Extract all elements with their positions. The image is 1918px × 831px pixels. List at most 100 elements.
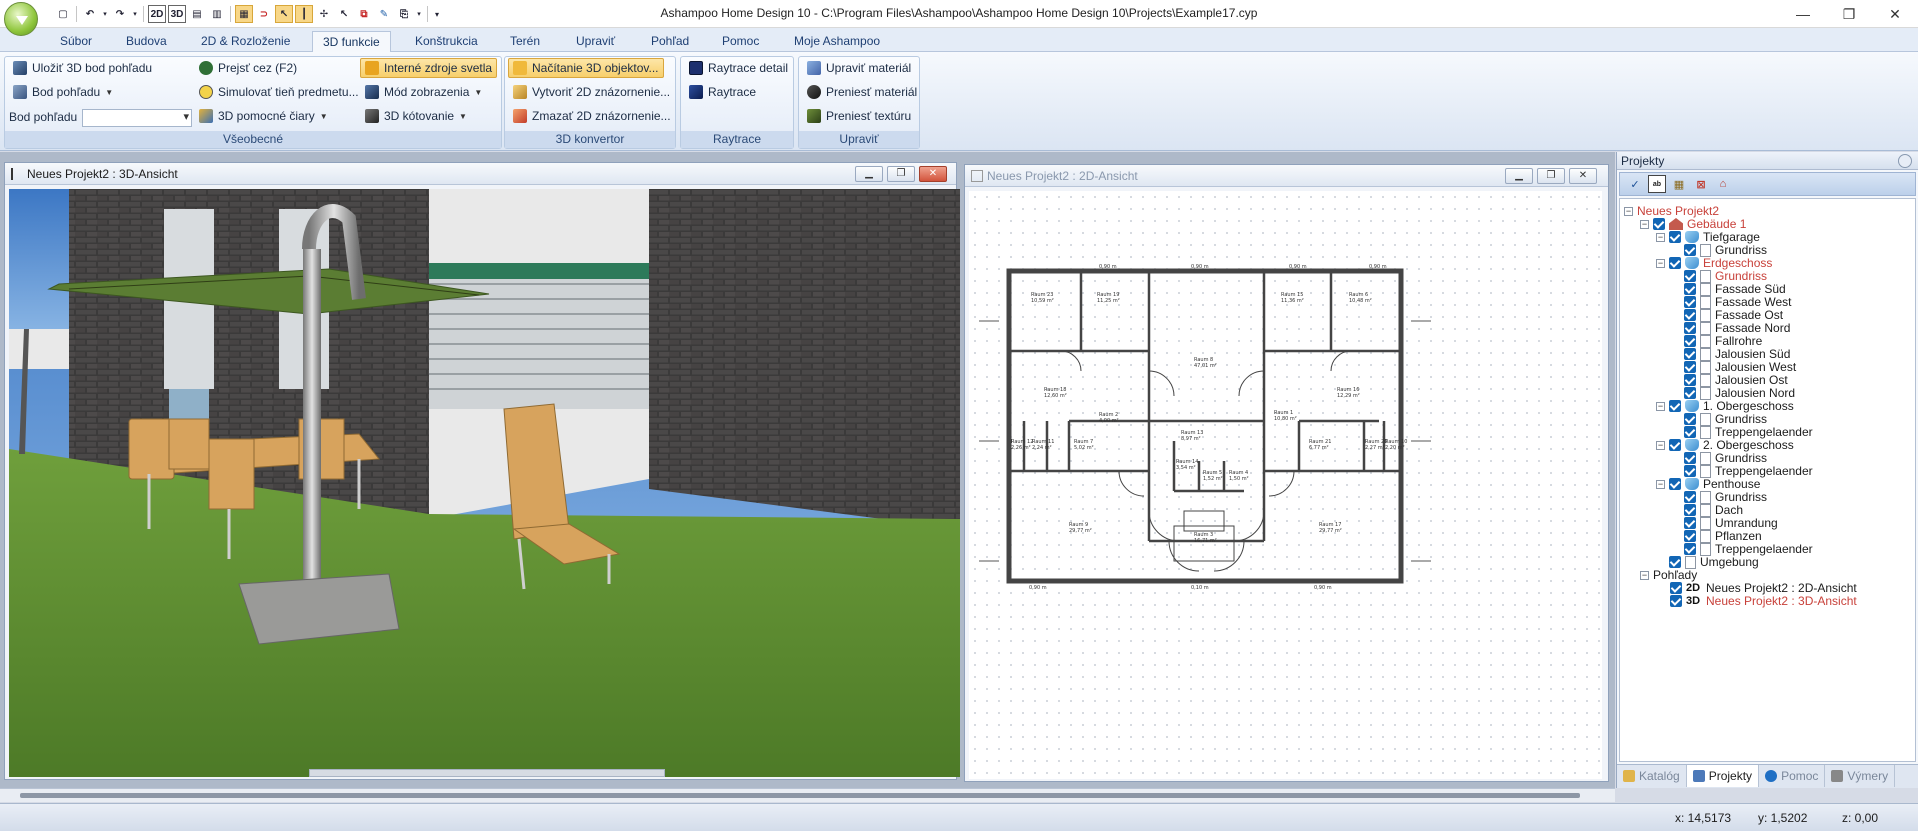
- visibility-checkbox[interactable]: [1670, 595, 1682, 607]
- internal-lights-button[interactable]: Interné zdroje svetla: [360, 58, 498, 78]
- tab-3d-funkcie[interactable]: 3D funkcie: [312, 31, 391, 52]
- transfer-material-icon: [807, 85, 821, 99]
- tab-katalog[interactable]: Katalóg: [1617, 765, 1687, 787]
- collapse-icon[interactable]: −: [1640, 570, 1649, 580]
- project-tree[interactable]: − Neues Projekt2 − Gebäude 1 − Tiefgarag…: [1619, 198, 1916, 762]
- status-x: x: 14,5173: [1675, 811, 1732, 825]
- visibility-checkbox[interactable]: [1669, 231, 1681, 243]
- tab-pomoc[interactable]: Pomoc: [712, 31, 769, 52]
- visibility-checkbox[interactable]: [1669, 257, 1681, 269]
- raytrace-detail-icon: [689, 61, 703, 75]
- room-area: 47,01 m²: [1194, 363, 1217, 369]
- scrollbar-thumb[interactable]: [20, 793, 1580, 798]
- raytrace-icon: [689, 85, 703, 99]
- visibility-checkbox[interactable]: [1669, 439, 1681, 451]
- rename-icon[interactable]: ab: [1648, 175, 1666, 193]
- group-raytrace-label: Raytrace: [681, 131, 793, 148]
- raytrace-button[interactable]: Raytrace: [684, 82, 761, 102]
- tab-label: Výmery: [1847, 769, 1889, 783]
- minimize-button[interactable]: —: [1780, 0, 1826, 28]
- edit-material-button[interactable]: Upraviť materiál: [802, 58, 916, 78]
- tab-upravit[interactable]: Upraviť: [566, 31, 625, 52]
- collapse-icon[interactable]: −: [1656, 401, 1665, 411]
- tab-2d-rozlozenie[interactable]: 2D & Rozloženie: [191, 31, 300, 52]
- floor-plan: 0,90 m 0,90 m 0,90 m 0,90 m 0,90 m 0,90 …: [979, 264, 1431, 591]
- view-2d-window[interactable]: Neues Projekt2 : 2D-Ansicht ▁ ❐ ✕ 0,90 m…: [964, 164, 1609, 782]
- close-button[interactable]: ✕: [1872, 0, 1918, 28]
- dimensioning-button[interactable]: 3D kótovanie ▼: [360, 106, 472, 126]
- dim-label: 0,90 m: [1191, 264, 1209, 270]
- view-3d-icon: [11, 168, 23, 180]
- raytrace-detail-button[interactable]: Raytrace detail: [684, 58, 793, 78]
- edit-material-label: Upraviť materiál: [826, 61, 912, 75]
- room-area: 10,80 m²: [1274, 416, 1297, 422]
- app-menu-button[interactable]: [4, 2, 38, 36]
- load-3d-objects-label: Načítanie 3D objektov...: [532, 61, 659, 75]
- save-viewpoint-button[interactable]: Uložiť 3D bod pohľadu: [8, 58, 157, 78]
- view-3d-title-text: Neues Projekt2 : 3D-Ansicht: [27, 167, 178, 181]
- viewpoint-button[interactable]: Bod pohľadu ▼: [8, 82, 118, 102]
- tab-subor[interactable]: Súbor: [50, 31, 102, 52]
- ribbon: Všeobecné Uložiť 3D bod pohľadu Bod pohľ…: [0, 52, 1918, 151]
- collapse-icon[interactable]: −: [1656, 479, 1665, 489]
- transfer-material-button[interactable]: Preniesť materiál: [802, 82, 922, 102]
- visibility-checkbox[interactable]: [1669, 478, 1681, 490]
- tab-projekty[interactable]: Projekty: [1686, 765, 1760, 787]
- tab-budova[interactable]: Budova: [116, 31, 177, 52]
- maximize-button[interactable]: ❐: [1826, 0, 1872, 28]
- transfer-texture-button[interactable]: Preniesť textúru: [802, 106, 916, 126]
- building-icon[interactable]: ⌂: [1714, 175, 1732, 193]
- collapse-icon[interactable]: −: [1656, 440, 1665, 450]
- viewpoint-combo[interactable]: [82, 109, 192, 127]
- view-3d-restore-button[interactable]: ❐: [887, 166, 915, 182]
- visibility-checkbox[interactable]: [1669, 400, 1681, 412]
- walk-through-label: Prejsť cez (F2): [218, 61, 298, 75]
- tree-view-3d[interactable]: 3D Neues Projekt2 : 3D-Ansicht: [1670, 593, 1857, 609]
- raytrace-detail-label: Raytrace detail: [708, 61, 789, 75]
- delete-icon[interactable]: ⊠: [1692, 175, 1710, 193]
- view-2d-close-button[interactable]: ✕: [1569, 168, 1597, 184]
- window-title: Ashampoo Home Design 10 - C:\Program Fil…: [660, 6, 1258, 20]
- tab-teren[interactable]: Terén: [500, 31, 550, 52]
- guide-lines-button[interactable]: 3D pomocné čiary ▼: [194, 106, 333, 126]
- simulate-shadow-button[interactable]: Simulovať tieň predmetu...: [194, 82, 364, 102]
- delete-2d-representation-button[interactable]: Zmazať 2D znázornenie...: [508, 106, 676, 126]
- room-area: 3,54 m²: [1176, 465, 1196, 471]
- view-3d-minimize-button[interactable]: ▁: [855, 166, 883, 182]
- tab-vymery[interactable]: Výmery: [1825, 765, 1896, 787]
- view-2d-minimize-button[interactable]: ▁: [1505, 168, 1533, 184]
- collapse-icon[interactable]: −: [1656, 232, 1665, 242]
- chevron-down-icon: ▼: [319, 111, 328, 121]
- create-2d-representation-button[interactable]: Vytvoriť 2D znázornenie...: [508, 82, 675, 102]
- collapse-icon[interactable]: −: [1656, 258, 1665, 268]
- view-3d-window[interactable]: Neues Projekt2 : 3D-Ansicht ▁ ❐ ✕: [4, 162, 960, 780]
- workspace-scrollbar[interactable]: [0, 788, 1615, 802]
- tab-pohlad[interactable]: Pohľad: [641, 31, 699, 52]
- tab-label: Katalóg: [1639, 769, 1680, 783]
- load-3d-objects-button[interactable]: Načítanie 3D objektov...: [508, 58, 664, 78]
- tab-moje-ashampoo[interactable]: Moje Ashampoo: [784, 31, 890, 52]
- delete-2d-label: Zmazať 2D znázornenie...: [532, 109, 671, 123]
- view-2d-restore-button[interactable]: ❐: [1537, 168, 1565, 184]
- status-y: y: 1,5202: [1758, 811, 1808, 825]
- view-2d-canvas[interactable]: 0,90 m 0,90 m 0,90 m 0,90 m 0,90 m 0,90 …: [969, 191, 1602, 779]
- projects-icon: [1692, 770, 1705, 782]
- check-icon[interactable]: ✓: [1626, 175, 1644, 193]
- properties-icon[interactable]: ▦: [1670, 175, 1688, 193]
- tab-konstrukcia[interactable]: Konštrukcia: [405, 31, 488, 52]
- room-area: 6,77 m²: [1309, 445, 1329, 451]
- room-area: 8,97 m²: [1181, 436, 1201, 442]
- view-3d-close-button[interactable]: ✕: [919, 166, 947, 182]
- tab-pomoc-panel[interactable]: Pomoc: [1759, 765, 1826, 787]
- catalog-icon: [1623, 770, 1635, 782]
- pin-icon[interactable]: [1898, 154, 1912, 168]
- room-area: 1,52 m²: [1203, 476, 1223, 482]
- collapse-icon[interactable]: −: [1640, 219, 1649, 229]
- room-area: 29,77 m²: [1069, 528, 1092, 534]
- view-3d-canvas[interactable]: [9, 189, 960, 777]
- walk-through-button[interactable]: Prejsť cez (F2): [194, 58, 302, 78]
- projects-panel-title-text: Projekty: [1621, 154, 1665, 168]
- view-3d-scroll-handle[interactable]: [309, 769, 665, 777]
- display-mode-button[interactable]: Mód zobrazenia ▼: [360, 82, 487, 102]
- collapse-icon[interactable]: −: [1624, 206, 1633, 216]
